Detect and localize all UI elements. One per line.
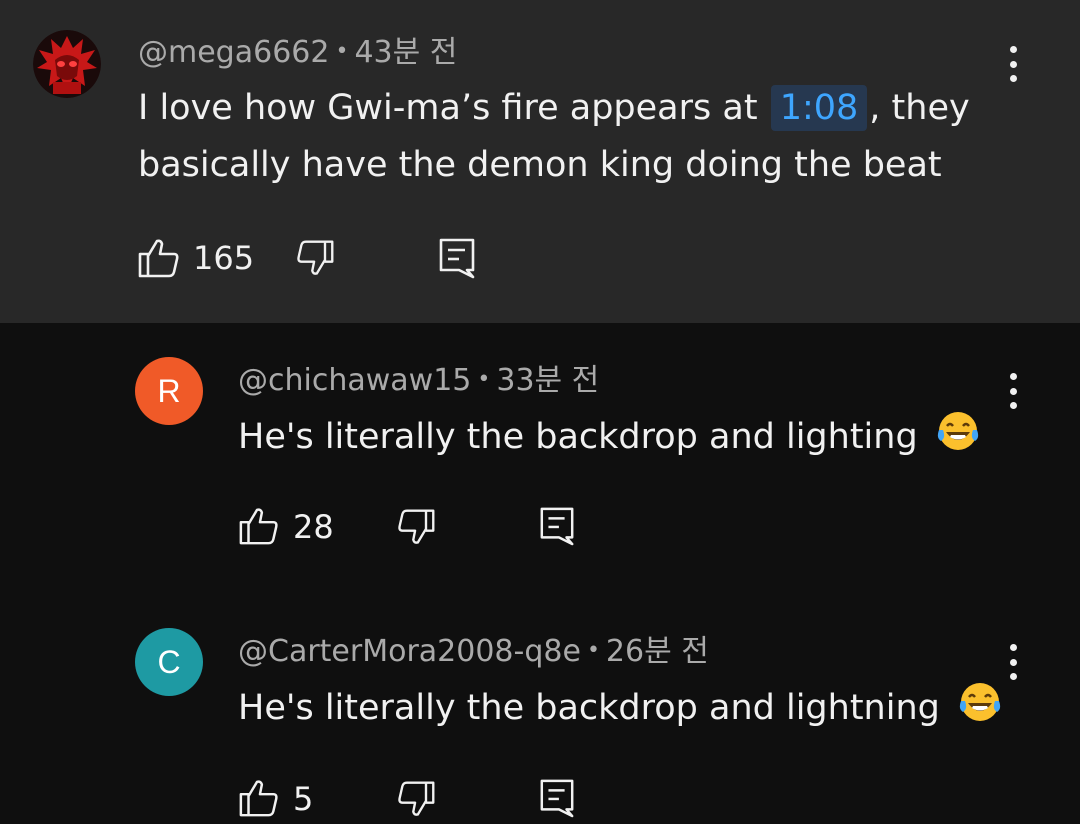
avatar[interactable]: C [135, 628, 203, 696]
like-count: 165 [193, 239, 255, 277]
comment-text: He's literally the backdrop and lighting [238, 408, 981, 465]
thumbs-down-icon[interactable] [295, 238, 335, 278]
comment-text-part: He's literally the backdrop and lighting [238, 417, 918, 457]
comment-text-line2: basically have the demon king doing the … [138, 145, 942, 185]
thumbs-up-icon[interactable] [238, 777, 280, 819]
comment-time[interactable]: 33분 전 [496, 363, 599, 398]
comment-meta: @mega6662 • 43분 전 [138, 34, 457, 71]
separator-dot: • [477, 367, 491, 392]
reply-icon[interactable] [538, 505, 576, 547]
more-vert-icon[interactable] [1003, 44, 1023, 84]
like-count: 28 [293, 508, 334, 546]
comments-page: @mega6662 • 43분 전 I love how Gwi-ma’s fire… [0, 0, 1080, 824]
comment-author[interactable]: @CarterMora2008-q8e [238, 634, 581, 669]
avatar[interactable] [33, 30, 101, 98]
reply-icon[interactable] [437, 236, 477, 280]
comment-reply: C @CarterMora2008-q8e • 26분 전 He's literal… [0, 593, 1080, 824]
reply-icon[interactable] [538, 777, 576, 819]
comment-thread-parent: @mega6662 • 43분 전 I love how Gwi-ma’s fire… [0, 0, 1080, 323]
avatar[interactable]: R [135, 357, 203, 425]
face-with-tears-of-joy-emoji [959, 683, 1001, 721]
thumbs-up-icon[interactable] [238, 505, 280, 547]
comment-author[interactable]: @mega6662 [138, 35, 329, 70]
demon-avatar-image [33, 30, 101, 98]
comment-text-part: , they [869, 88, 970, 128]
thumbs-up-icon[interactable] [137, 236, 181, 280]
comment-text-part: I love how Gwi-ma’s fire appears at [138, 88, 758, 128]
comment-reply: R @chichawaw15 • 33분 전 He's literally the … [0, 323, 1080, 593]
more-vert-icon[interactable] [1003, 371, 1023, 411]
thumbs-down-icon[interactable] [396, 507, 436, 547]
comment-text: I love how Gwi-ma’s fire appears at 1:08… [138, 80, 970, 136]
comment-time[interactable]: 43분 전 [354, 35, 457, 70]
comment-actions: 28 [238, 505, 638, 549]
comment-actions: 165 [137, 236, 537, 280]
like-count: 5 [293, 780, 314, 818]
separator-dot: • [335, 39, 349, 64]
face-with-tears-of-joy-emoji [937, 412, 978, 450]
comment-meta: @chichawaw15 • 33분 전 [238, 362, 599, 399]
more-vert-icon[interactable] [1003, 642, 1023, 682]
comment-meta: @CarterMora2008-q8e • 26분 전 [238, 633, 709, 670]
timestamp-link[interactable]: 1:08 [770, 85, 868, 131]
separator-dot: • [586, 638, 600, 663]
comment-text-part: He's literally the backdrop and lightnin… [238, 688, 940, 728]
comment-time[interactable]: 26분 전 [606, 634, 709, 669]
comment-text: He's literally the backdrop and lightnin… [238, 679, 1003, 736]
comment-author[interactable]: @chichawaw15 [238, 363, 471, 398]
comment-actions: 5 [238, 777, 638, 821]
thumbs-down-icon[interactable] [396, 779, 436, 819]
